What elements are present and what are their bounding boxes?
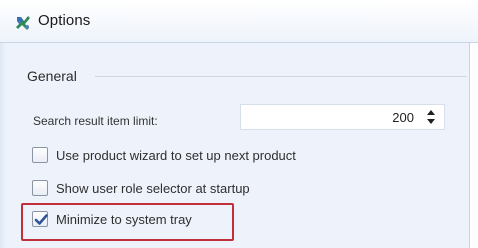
group-title-general: General <box>27 68 77 84</box>
window-title: Options <box>38 12 91 29</box>
search-limit-value[interactable]: 200 <box>392 110 414 125</box>
product-wizard-checkbox[interactable] <box>32 147 48 163</box>
left-border <box>0 43 6 248</box>
highlight-annotation-box <box>21 203 234 241</box>
spin-up-down-icon[interactable] <box>426 109 436 125</box>
checkbox-row-product-wizard[interactable]: Use product wizard to set up next produc… <box>32 147 392 167</box>
group-divider-line <box>95 76 467 77</box>
title-bar[interactable]: Options <box>0 0 478 43</box>
right-border <box>469 43 478 248</box>
product-wizard-label[interactable]: Use product wizard to set up next produc… <box>56 148 296 163</box>
options-app-icon <box>16 16 30 30</box>
options-window: Options General Search result item limit… <box>0 0 478 248</box>
checkbox-row-role-selector[interactable]: Show user role selector at startup <box>32 180 332 200</box>
search-limit-spinbox[interactable]: 200 <box>240 104 445 130</box>
role-selector-label[interactable]: Show user role selector at startup <box>56 181 250 196</box>
role-selector-checkbox[interactable] <box>32 180 48 196</box>
search-limit-label: Search result item limit: <box>33 114 158 128</box>
